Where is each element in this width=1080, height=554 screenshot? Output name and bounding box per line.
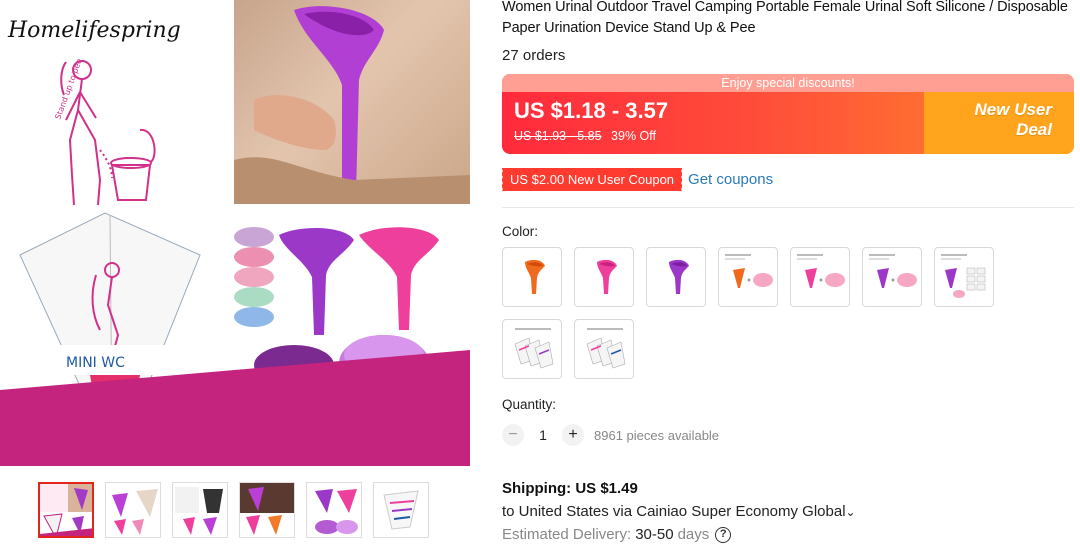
- stock-available: 8961 pieces available: [594, 427, 720, 443]
- shipping-cost: Shipping: US $1.49: [502, 480, 638, 497]
- thumbnail-strip: [38, 482, 429, 538]
- paper-urinals-pack-icon: [514, 328, 554, 369]
- paper-urinals-pack-icon: [586, 328, 626, 369]
- thumbnail-person-icon: [175, 487, 223, 535]
- get-coupons-link[interactable]: Get coupons: [688, 171, 773, 188]
- swatch-paper-pack-2[interactable]: [574, 319, 634, 379]
- thumbnail-urinals-icon: [112, 489, 158, 535]
- swatch-pink-case[interactable]: [790, 247, 850, 307]
- original-price-row: US $1.93 - 5.85 39% Off: [514, 129, 656, 143]
- discount-percent: 39% Off: [611, 129, 656, 143]
- purple-urinal-icon: [669, 259, 689, 294]
- thumbnail-1[interactable]: [38, 482, 94, 538]
- chevron-down-icon: ⌄: [845, 505, 856, 519]
- discount-strip: Enjoy special discounts!: [502, 74, 1074, 92]
- swatch-purple-case[interactable]: [862, 247, 922, 307]
- thumbnail-collage-icon: [40, 484, 92, 536]
- orange-urinal-case-icon: [725, 254, 773, 288]
- swatch-purple[interactable]: [646, 247, 706, 307]
- new-user-deal-badge: New User Deal: [975, 100, 1052, 140]
- shipping-method-text: to United States via Cainiao Super Econo…: [502, 503, 846, 520]
- color-swatches: [502, 247, 1022, 379]
- current-price: US $1.18 - 3.57: [514, 98, 669, 123]
- order-count: 27 orders: [502, 47, 566, 64]
- swatch-pink[interactable]: [574, 247, 634, 307]
- orange-urinal-icon: [525, 259, 545, 294]
- deal-line-2: Deal: [1016, 120, 1052, 139]
- thumbnail-paper-icon: [383, 490, 419, 530]
- swatch-orange[interactable]: [502, 247, 562, 307]
- price-banner: Enjoy special discounts! US $1.18 - 3.57…: [502, 74, 1074, 154]
- coupon-tag: US $2.00 New User Coupon: [500, 168, 683, 191]
- thumbnail-2[interactable]: [105, 482, 161, 538]
- thumbnail-3[interactable]: [172, 482, 228, 538]
- delivery-days: 30-50: [635, 526, 674, 543]
- product-title: Women Urinal Outdoor Travel Camping Port…: [502, 0, 1068, 36]
- purple-urinal-photo-icon: [234, 6, 470, 204]
- main-product-image[interactable]: Homelifespring Stand up to pee MINI WC: [0, 0, 470, 466]
- purple-urinal-case-icon: [869, 254, 917, 288]
- thumbnail-4[interactable]: [239, 482, 295, 538]
- decorative-band: [0, 350, 470, 466]
- divider: [502, 207, 1074, 208]
- delivery-label: Estimated Delivery:: [502, 526, 632, 543]
- estimated-delivery: Estimated Delivery: 30-50 days ?: [502, 526, 1076, 543]
- swatch-purple-papers[interactable]: [934, 247, 994, 307]
- quantity-label: Quantity:: [502, 397, 557, 412]
- quantity-decrease-button[interactable]: −: [502, 424, 524, 446]
- help-icon[interactable]: ?: [715, 526, 732, 543]
- pink-urinal-case-icon: [797, 254, 845, 288]
- purple-urinal-papers-icon: [941, 254, 986, 298]
- pink-urinal-icon: [597, 259, 617, 294]
- thumbnail-6[interactable]: [373, 482, 429, 538]
- quantity-input[interactable]: 1: [524, 427, 562, 443]
- deal-line-1: New User: [974, 100, 1052, 119]
- thumbnail-cases-icon: [315, 489, 358, 534]
- thumbnail-5[interactable]: [306, 482, 362, 538]
- thumbnail-photo-icon: [240, 483, 294, 535]
- usage-photo: [234, 0, 470, 204]
- shipping-method[interactable]: to United States via Cainiao Super Econo…: [502, 503, 1076, 520]
- coupon-row: US $2.00 New User Coupon Get coupons: [500, 168, 1076, 191]
- product-info: Women Urinal Outdoor Travel Camping Port…: [500, 0, 1076, 543]
- woman-illustration: Stand up to pee: [53, 57, 156, 206]
- color-label: Color:: [502, 224, 539, 239]
- quantity-stepper: − 1 + 8961 pieces available: [502, 424, 1076, 446]
- swatch-paper-pack-1[interactable]: [502, 319, 562, 379]
- quantity-increase-button[interactable]: +: [562, 424, 584, 446]
- original-price: US $1.93 - 5.85: [514, 129, 602, 143]
- swatch-orange-case[interactable]: [718, 247, 778, 307]
- delivery-unit: days: [677, 526, 710, 543]
